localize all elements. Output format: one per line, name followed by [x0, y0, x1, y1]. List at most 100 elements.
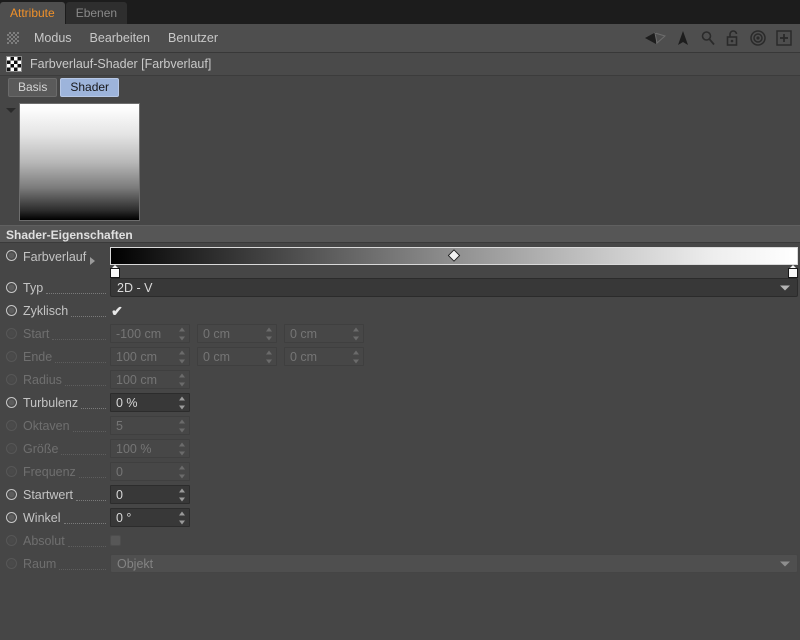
input-start-y[interactable]: 0 cm: [197, 324, 277, 343]
dropdown-raum[interactable]: Objekt: [110, 554, 798, 573]
collapse-triangle-icon[interactable]: [6, 108, 16, 113]
property-label: Oktaven: [23, 418, 70, 433]
cursor-arrow-icon[interactable]: [676, 30, 690, 46]
label-cell-ende: Ende: [0, 345, 110, 368]
animation-dot-icon[interactable]: [6, 489, 17, 500]
animation-dot-icon[interactable]: [6, 443, 17, 454]
label-cell-startwert: Startwert: [0, 483, 110, 506]
dropdown-typ[interactable]: 2D - V: [110, 278, 798, 297]
animation-dot-icon[interactable]: [6, 282, 17, 293]
drag-grip-icon[interactable]: [7, 32, 19, 44]
property-label: Turbulenz: [23, 395, 79, 410]
spinner-icon[interactable]: [178, 511, 185, 524]
input-ende-z[interactable]: 0 cm: [284, 347, 364, 366]
spinner-icon[interactable]: [178, 327, 185, 340]
label-leader-dots: [81, 408, 106, 409]
label-cell-absolut: Absolut: [0, 529, 110, 552]
input-start-x[interactable]: -100 cm: [110, 324, 190, 343]
property-row-winkel: Winkel 0 °: [0, 506, 800, 529]
label-leader-dots: [55, 362, 106, 363]
spinner-icon[interactable]: [265, 327, 272, 340]
input-groesse[interactable]: 100 %: [110, 439, 190, 458]
property-row-typ: Typ 2D - V: [0, 276, 800, 299]
input-startwert[interactable]: 0: [110, 485, 190, 504]
animation-dot-icon[interactable]: [6, 420, 17, 431]
animation-dot-icon[interactable]: [6, 466, 17, 477]
animation-dot-icon[interactable]: [6, 512, 17, 523]
spinner-icon[interactable]: [178, 465, 185, 478]
spinner-icon[interactable]: [178, 396, 185, 409]
search-icon[interactable]: [700, 30, 716, 46]
property-row-startwert: Startwert 0: [0, 483, 800, 506]
property-label: Größe: [23, 441, 59, 456]
spinner-icon[interactable]: [265, 350, 272, 363]
spinner-icon[interactable]: [178, 419, 185, 432]
play-back-icon[interactable]: [644, 31, 666, 45]
field-value: 0 cm: [203, 326, 231, 341]
property-row-turbulenz: Turbulenz 0 %: [0, 391, 800, 414]
input-winkel[interactable]: 0 °: [110, 508, 190, 527]
property-row-oktaven: Oktaven 5: [0, 414, 800, 437]
label-leader-dots: [52, 339, 106, 340]
checkbox-zyklisch[interactable]: ✔: [110, 304, 124, 318]
menu-item-bearbeiten[interactable]: Bearbeiten: [81, 24, 159, 52]
spinner-icon[interactable]: [352, 350, 359, 363]
chevron-down-icon: [780, 285, 790, 290]
animation-dot-icon[interactable]: [6, 397, 17, 408]
animation-dot-icon[interactable]: [6, 535, 17, 546]
spinner-icon[interactable]: [178, 488, 185, 501]
menu-item-benutzer[interactable]: Benutzer: [159, 24, 227, 52]
object-title-bar: Farbverlauf-Shader [Farbverlauf]: [0, 53, 800, 76]
input-frequenz[interactable]: 0: [110, 462, 190, 481]
tab-ebenen[interactable]: Ebenen: [65, 2, 128, 24]
animation-dot-icon[interactable]: [6, 328, 17, 339]
dropdown-value: 2D - V: [117, 280, 153, 295]
animation-dot-icon[interactable]: [6, 558, 17, 569]
input-ende-y[interactable]: 0 cm: [197, 347, 277, 366]
tab-shader[interactable]: Shader: [60, 77, 120, 97]
property-row-raum: Raum Objekt: [0, 552, 800, 575]
property-row-start: Start -100 cm 0 cm 0 cm: [0, 322, 800, 345]
spinner-icon[interactable]: [178, 442, 185, 455]
gradient-editor[interactable]: [110, 246, 798, 278]
dropdown-value: Objekt: [117, 556, 154, 571]
label-cell-turbulenz: Turbulenz: [0, 391, 110, 414]
input-ende-x[interactable]: 100 cm: [110, 347, 190, 366]
property-row-radius: Radius 100 cm: [0, 368, 800, 391]
label-leader-dots: [67, 546, 106, 547]
animation-dot-icon[interactable]: [6, 351, 17, 362]
target-icon[interactable]: [750, 30, 766, 46]
tab-attribute[interactable]: Attribute: [0, 2, 65, 24]
input-start-z[interactable]: 0 cm: [284, 324, 364, 343]
label-leader-dots: [72, 431, 106, 432]
animation-dot-icon[interactable]: [6, 374, 17, 385]
menu-item-modus[interactable]: Modus: [25, 24, 81, 52]
chevron-down-icon: [780, 561, 790, 566]
input-oktaven[interactable]: 5: [110, 416, 190, 435]
property-label: Winkel: [23, 510, 61, 525]
label-leader-dots: [61, 454, 106, 455]
tab-basis[interactable]: Basis: [8, 77, 58, 97]
property-label: Raum: [23, 556, 57, 571]
animation-dot-icon[interactable]: [6, 250, 17, 261]
menu-bar-icons: [644, 30, 800, 46]
property-row-absolut: Absolut: [0, 529, 800, 552]
label-leader-dots: [78, 477, 106, 478]
spinner-icon[interactable]: [352, 327, 359, 340]
unlock-icon[interactable]: [726, 30, 740, 46]
property-row-groesse: Größe 100 %: [0, 437, 800, 460]
label-cell-oktaven: Oktaven: [0, 414, 110, 437]
checkbox-absolut[interactable]: [110, 535, 121, 546]
animation-dot-icon[interactable]: [6, 305, 17, 316]
spinner-icon[interactable]: [178, 350, 185, 363]
expand-arrow-icon[interactable]: [90, 257, 96, 265]
field-value: 0: [116, 464, 123, 479]
plus-box-icon[interactable]: [776, 30, 792, 46]
attribute-manager-window: Attribute Ebenen Modus Bearbeiten Benutz…: [0, 0, 800, 640]
spinner-icon[interactable]: [178, 373, 185, 386]
shader-preview-thumbnail[interactable]: [19, 103, 140, 221]
field-value: 0 cm: [290, 349, 318, 364]
property-list: Farbverlauf Typ 2D - V Zyklisch ✔ Start …: [0, 246, 800, 575]
input-radius[interactable]: 100 cm: [110, 370, 190, 389]
input-turbulenz[interactable]: 0 %: [110, 393, 190, 412]
